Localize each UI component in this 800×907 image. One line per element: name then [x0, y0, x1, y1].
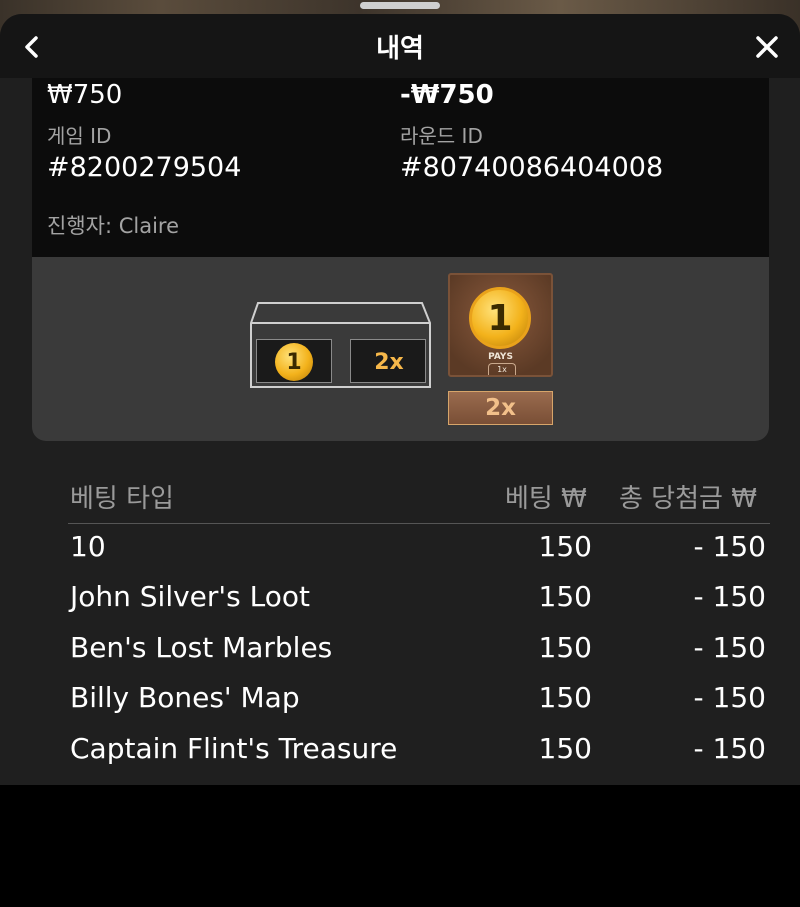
table-row: Ben's Lost Marbles 150 - 150	[70, 631, 770, 677]
multiplier-chip-text: 2x	[485, 395, 516, 421]
round-summary: ₩750 -₩750 게임 ID 라운드 ID #8200279504 #807…	[32, 78, 769, 257]
win-amount: - 150	[693, 631, 766, 664]
page-title: 내역	[376, 34, 424, 64]
multiplier-chip: 2x	[448, 391, 553, 425]
bet-type: Ben's Lost Marbles	[70, 631, 333, 664]
coin-icon: 1	[469, 287, 531, 349]
pays-label: PAYS	[488, 352, 513, 362]
bet-amount: 150	[538, 530, 592, 563]
close-icon[interactable]	[752, 32, 782, 62]
coin-icon: 1	[275, 343, 313, 381]
table-row: 10 150 - 150	[70, 530, 770, 576]
table-divider	[68, 523, 770, 524]
column-bet-type: 베팅 타입	[70, 484, 174, 514]
bet-amount: ₩750	[47, 80, 123, 110]
round-id: #80740086404008	[400, 152, 664, 183]
bet-type: Billy Bones' Map	[70, 681, 300, 714]
game-id-label: 게임 ID	[47, 124, 112, 148]
pays-multiplier: 1x	[488, 363, 516, 375]
table-row: John Silver's Loot 150 - 150	[70, 580, 770, 626]
slot-coin: 1	[256, 339, 332, 383]
bet-type: Captain Flint's Treasure	[70, 732, 398, 765]
win-amount: - 150	[693, 580, 766, 613]
win-amount: - 150	[693, 681, 766, 714]
bet-amount: 150	[538, 580, 592, 613]
win-amount: - 150	[693, 530, 766, 563]
bet-amount: 150	[538, 631, 592, 664]
win-amount: - 150	[693, 732, 766, 765]
bet-type: John Silver's Loot	[70, 580, 310, 613]
header: 내역	[0, 14, 800, 78]
result-card: 1 PAYS 1x	[448, 273, 553, 377]
bet-amount: 150	[538, 732, 592, 765]
multiplier-text: 2x	[374, 349, 404, 375]
result-amount: -₩750	[400, 80, 494, 110]
bet-amount: 150	[538, 681, 592, 714]
bottom-blank-area	[0, 785, 800, 907]
table-row: Billy Bones' Map 150 - 150	[70, 681, 770, 727]
game-id: #8200279504	[47, 152, 242, 183]
table-row: Captain Flint's Treasure 150 - 150	[70, 732, 770, 778]
column-total-win: 총 당첨금 ₩	[619, 484, 757, 514]
slot-multiplier: 2x	[350, 339, 426, 383]
column-bet-amount: 베팅 ₩	[505, 484, 587, 514]
host-name: 진행자: Claire	[47, 214, 180, 238]
bet-type: 10	[70, 530, 106, 563]
round-id-label: 라운드 ID	[400, 124, 483, 148]
game-result-panel: 1 2x 1 PAYS 1x 2x	[32, 257, 769, 441]
drag-handle[interactable]	[360, 2, 440, 9]
